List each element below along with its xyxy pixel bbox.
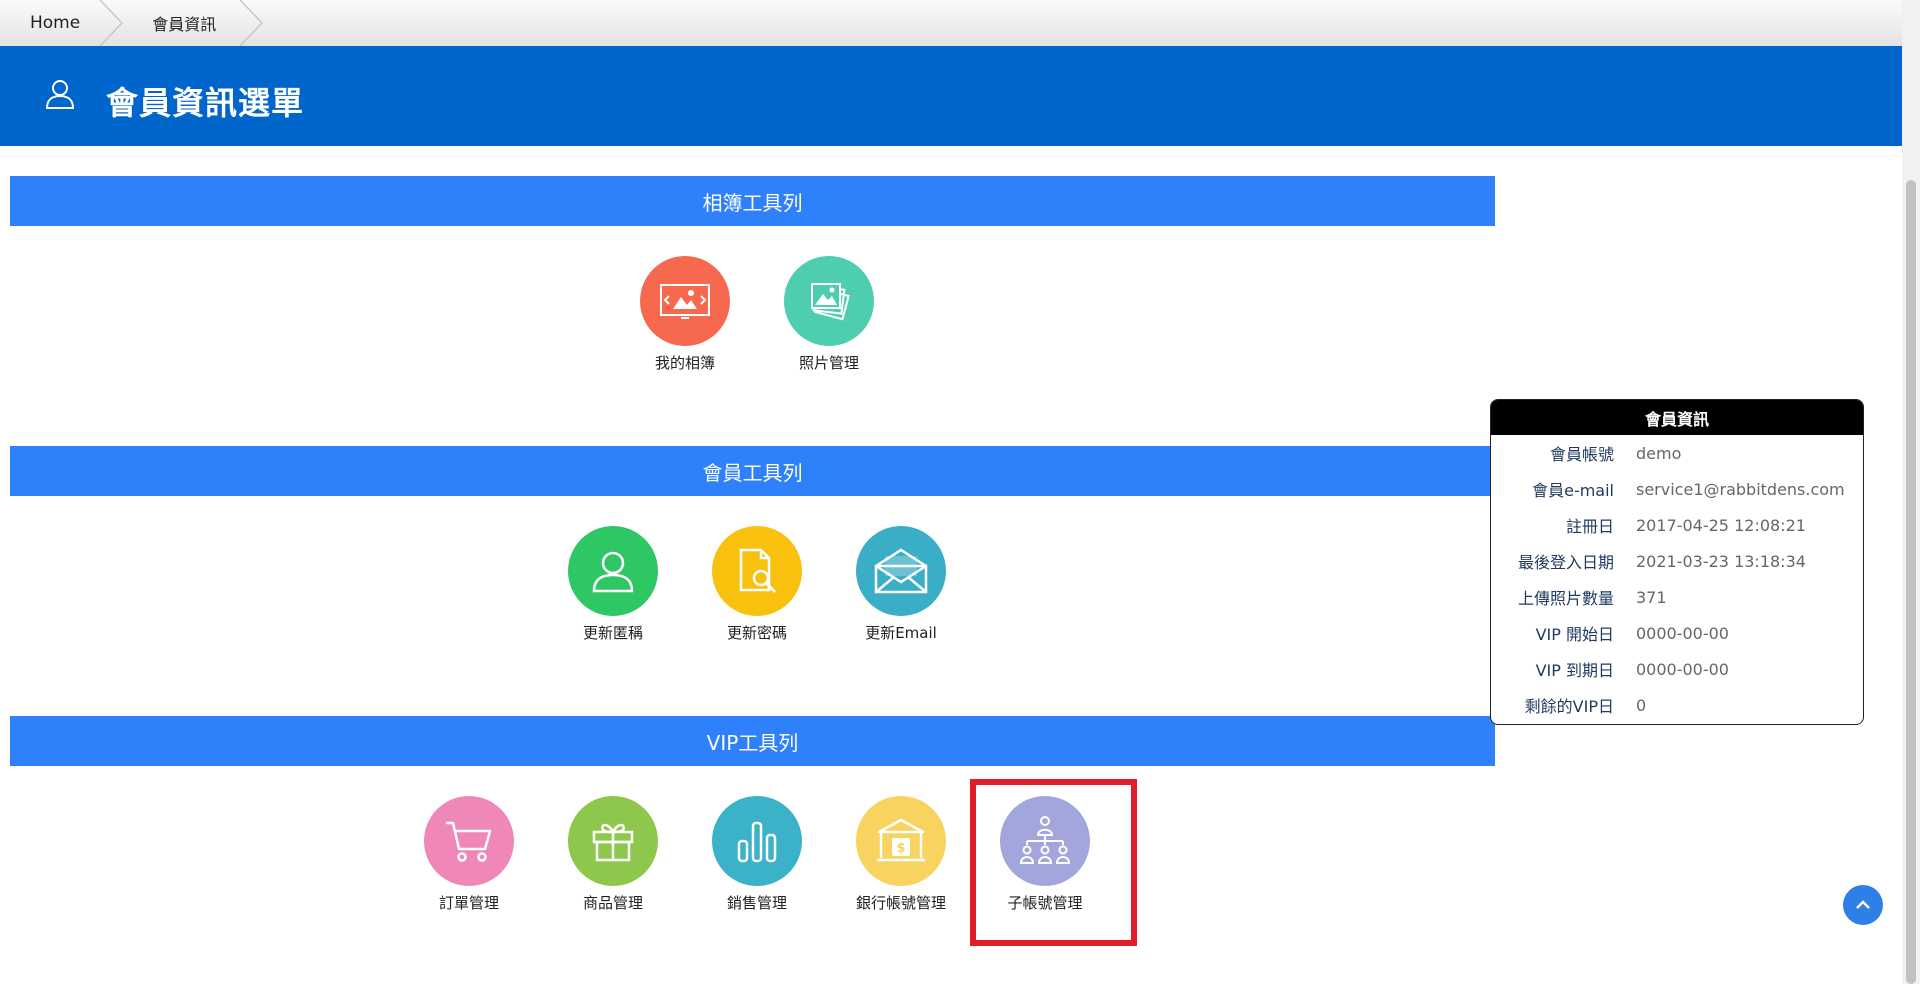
tool-product-management[interactable]: 商品管理: [543, 796, 683, 913]
breadcrumb-separator-icon: [239, 0, 264, 46]
info-row: 上傳照片數量 371: [1491, 579, 1863, 615]
breadcrumb-home-label: Home: [30, 13, 81, 33]
tool-label: 銷售管理: [726, 894, 787, 912]
section-vip-title: VIP工具列: [10, 716, 1495, 766]
info-key: 上傳照片數量: [1517, 589, 1614, 608]
photos-icon: [784, 256, 874, 346]
breadcrumb-separator-icon: [99, 0, 124, 46]
gift-icon: [568, 796, 658, 886]
album-icon: [640, 256, 730, 346]
breadcrumb-current-label: 會員資訊: [152, 15, 217, 34]
tool-label: 訂單管理: [438, 894, 499, 912]
tool-label: 銀行帳號管理: [855, 894, 946, 912]
tool-sales-management[interactable]: 銷售管理: [687, 796, 827, 913]
info-value: 0000-00-00: [1636, 623, 1729, 643]
scrollbar[interactable]: [1902, 0, 1920, 984]
tool-label: 更新密碼: [726, 624, 787, 642]
section-member-title: 會員工具列: [10, 446, 1495, 496]
section-album-title: 相簿工具列: [10, 176, 1495, 226]
info-value: 2021-03-23 13:18:34: [1636, 551, 1806, 571]
breadcrumb: Home 會員資訊: [0, 0, 1902, 47]
tool-bank-account-management[interactable]: $ 銀行帳號管理: [831, 796, 971, 913]
envelope-icon: [856, 526, 946, 616]
tool-update-nickname[interactable]: 更新匿稱: [543, 526, 683, 643]
tool-label: 照片管理: [798, 354, 859, 372]
tool-update-email[interactable]: 更新Email: [831, 526, 971, 643]
info-row: 最後登入日期 2021-03-23 13:18:34: [1491, 543, 1863, 579]
info-row: 會員e-mail service1@rabbitdens.com: [1491, 471, 1863, 507]
info-key: 會員e-mail: [1532, 481, 1614, 500]
page-title: 會員資訊選單: [106, 84, 305, 122]
document-search-icon: [712, 526, 802, 616]
member-info-title: 會員資訊: [1491, 400, 1863, 435]
info-value: 2017-04-25 12:08:21: [1636, 515, 1806, 535]
tool-update-password[interactable]: 更新密碼: [687, 526, 827, 643]
page-header: 會員資訊選單: [0, 46, 1902, 146]
cart-icon: [424, 796, 514, 886]
info-key: 剩餘的VIP日: [1524, 697, 1614, 716]
breadcrumb-home[interactable]: Home: [0, 0, 124, 46]
info-key: 最後登入日期: [1517, 553, 1614, 572]
info-row: 會員帳號 demo: [1491, 435, 1863, 471]
highlight-box: [970, 779, 1137, 946]
tool-order-management[interactable]: 訂單管理: [399, 796, 539, 913]
info-value: service1@rabbitdens.com: [1636, 479, 1845, 499]
tool-label: 我的相簿: [654, 354, 715, 372]
info-key: VIP 到期日: [1535, 661, 1614, 680]
tool-label: 更新匿稱: [582, 624, 643, 642]
svg-text:$: $: [896, 841, 905, 856]
breadcrumb-current[interactable]: 會員資訊: [124, 0, 264, 46]
info-value: 371: [1636, 587, 1667, 607]
chevron-up-icon: [1856, 900, 1870, 909]
tool-my-album[interactable]: 我的相簿: [615, 256, 755, 373]
bank-icon: $: [856, 796, 946, 886]
user-icon: [568, 526, 658, 616]
info-key: 會員帳號: [1549, 445, 1614, 464]
tool-label: 更新Email: [865, 624, 937, 642]
info-row: VIP 開始日 0000-00-00: [1491, 615, 1863, 651]
bar-chart-icon: [712, 796, 802, 886]
info-key: VIP 開始日: [1535, 625, 1614, 644]
info-value: 0000-00-00: [1636, 659, 1729, 679]
info-key: 註冊日: [1565, 517, 1614, 536]
user-icon: [45, 80, 75, 109]
member-info-panel: 會員資訊 會員帳號 demo 會員e-mail service1@rabbitd…: [1490, 399, 1864, 725]
info-row: VIP 到期日 0000-00-00: [1491, 651, 1863, 687]
back-to-top-button[interactable]: [1843, 885, 1883, 925]
scrollbar-thumb[interactable]: [1906, 180, 1916, 984]
info-value: demo: [1636, 443, 1682, 463]
tool-photo-management[interactable]: 照片管理: [759, 256, 899, 373]
info-value: 0: [1636, 695, 1647, 715]
info-row: 剩餘的VIP日 0: [1491, 687, 1863, 723]
info-row: 註冊日 2017-04-25 12:08:21: [1491, 507, 1863, 543]
tool-label: 商品管理: [582, 894, 643, 912]
